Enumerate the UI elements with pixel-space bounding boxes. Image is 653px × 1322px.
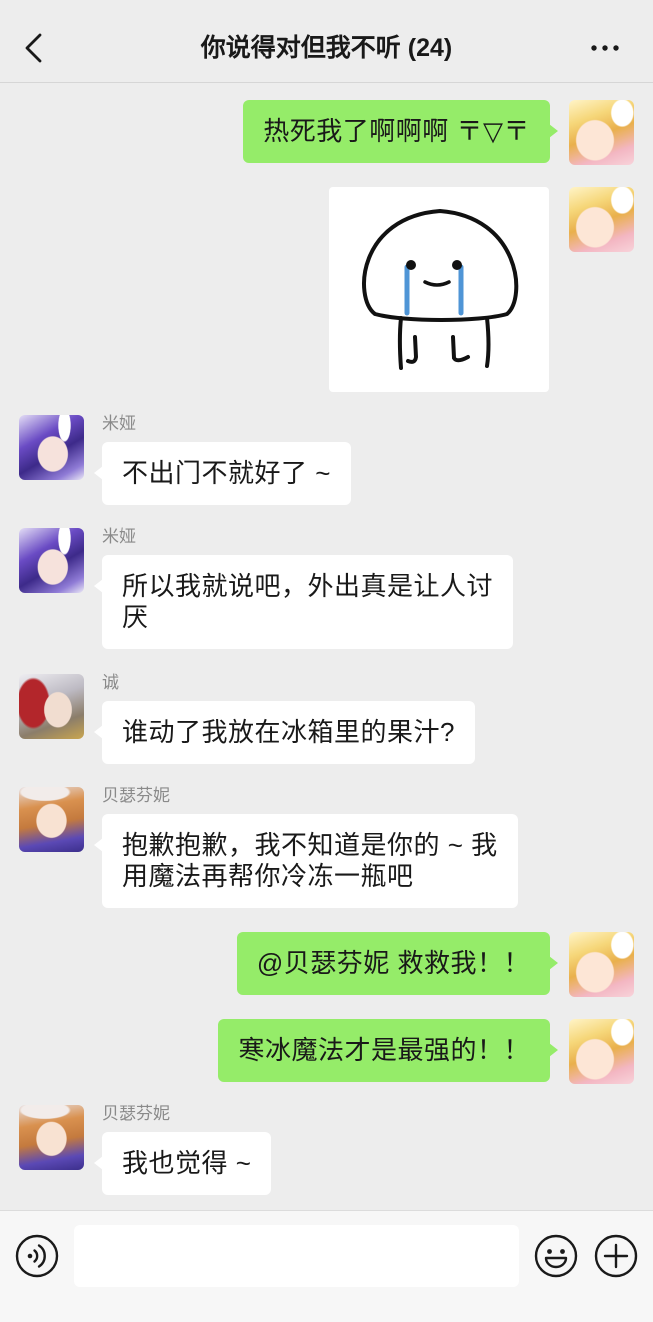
- message-text: 不出门不就好了 ~: [122, 458, 331, 488]
- message-text: 热死我了啊啊啊 〒▽〒: [263, 116, 530, 146]
- plus-icon: [594, 1234, 638, 1278]
- message-bubble[interactable]: @贝瑟芬妮 救救我！！: [236, 932, 559, 995]
- sender-avatar[interactable]: [19, 787, 84, 852]
- message-bubble[interactable]: 热死我了啊啊啊 〒▽〒: [243, 100, 558, 163]
- message-bubble[interactable]: 寒冰魔法才是最强的！！: [218, 1019, 558, 1082]
- message-bubble[interactable]: 所以我就说吧，外出真是让人讨 厌: [93, 555, 514, 649]
- message-bubble[interactable]: 不出门不就好了 ~: [94, 442, 351, 505]
- emoji-button[interactable]: [534, 1234, 578, 1278]
- sender-avatar[interactable]: [19, 415, 84, 480]
- self-avatar[interactable]: [569, 932, 634, 997]
- chevron-left-icon: [25, 33, 42, 63]
- more-actions-button[interactable]: [594, 1234, 638, 1278]
- more-button[interactable]: [583, 26, 627, 70]
- message-input[interactable]: [74, 1225, 519, 1287]
- back-button[interactable]: [11, 26, 55, 70]
- self-avatar[interactable]: [569, 100, 634, 165]
- message-text: 谁动了我放在冰箱里的果汁?: [122, 717, 455, 747]
- self-avatar[interactable]: [569, 187, 634, 252]
- message-text: @贝瑟芬妮 救救我！！: [256, 948, 530, 978]
- sender-avatar[interactable]: [19, 1105, 84, 1170]
- message-text: 所以我就说吧，外出真是让人讨: [122, 571, 494, 601]
- sender-name: 米娅: [102, 527, 136, 546]
- sender-name: 贝瑟芬妮: [102, 1104, 170, 1123]
- message-text: 我也觉得 ~: [122, 1148, 252, 1178]
- sender-name: 贝瑟芬妮: [102, 786, 170, 805]
- message-text: 寒冰魔法才是最强的！！: [238, 1035, 530, 1065]
- chat-title: 你说得对但我不听 (24): [200, 34, 453, 62]
- message-text: 用魔法再帮你冷冻一瓶吧: [122, 861, 414, 891]
- sender-avatar[interactable]: [19, 674, 84, 739]
- chat-header: 你说得对但我不听 (24): [0, 0, 653, 83]
- message-bubble[interactable]: 抱歉抱歉，我不知道是你的 ~ 我 用魔法再帮你冷冻一瓶吧: [94, 814, 518, 908]
- sender-name: 诚: [102, 673, 119, 692]
- self-avatar[interactable]: [569, 1019, 634, 1084]
- emoji-icon: [534, 1234, 578, 1278]
- message-text: 抱歉抱歉，我不知道是你的 ~ 我: [122, 830, 498, 860]
- sender-name: 米娅: [102, 414, 136, 433]
- sticker-image[interactable]: [329, 187, 549, 392]
- message-bubble[interactable]: 谁动了我放在冰箱里的果汁?: [94, 701, 475, 764]
- sender-avatar[interactable]: [19, 528, 84, 593]
- voice-button[interactable]: [15, 1234, 59, 1278]
- message-text: 厌: [122, 602, 149, 632]
- more-dots-icon: [591, 45, 619, 51]
- crying-blob-sticker: [362, 209, 519, 370]
- message-bubble[interactable]: 我也觉得 ~: [93, 1132, 272, 1195]
- input-bar: [0, 1210, 653, 1322]
- voice-icon: [15, 1234, 59, 1278]
